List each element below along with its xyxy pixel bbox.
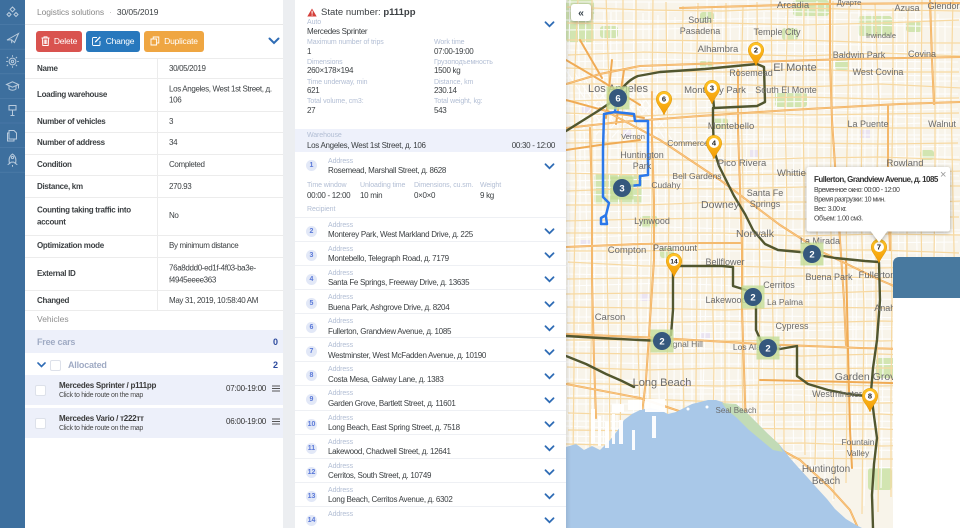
- svg-text:Rosemead: Rosemead: [729, 68, 773, 78]
- svg-text:Cudahy: Cudahy: [651, 180, 681, 190]
- svg-text:Huntington: Huntington: [802, 464, 850, 475]
- svg-text:Walnut: Walnut: [928, 119, 956, 129]
- svg-text:Lakewood: Lakewood: [705, 295, 746, 305]
- svg-text:3: 3: [619, 183, 624, 194]
- svg-text:6: 6: [662, 95, 666, 104]
- svg-text:Valley: Valley: [847, 448, 870, 458]
- svg-text:Временное окно: 00:00 - 12:00: Временное окно: 00:00 - 12:00: [814, 187, 900, 194]
- svg-text:Compton: Compton: [608, 245, 647, 256]
- svg-text:Дуарте: Дуарте: [837, 0, 862, 7]
- svg-text:Fullerton, Grandview Avenue, д: Fullerton, Grandview Avenue, д. 1085: [814, 175, 939, 184]
- svg-text:Long Beach: Long Beach: [633, 377, 692, 389]
- svg-text:Park: Park: [633, 161, 652, 171]
- svg-text:2: 2: [754, 46, 758, 55]
- svg-text:Santa Fe: Santa Fe: [747, 188, 784, 198]
- svg-text:Fullerton: Fullerton: [859, 270, 896, 281]
- svg-text:Temple City: Temple City: [753, 27, 801, 37]
- svg-text:Arcadia: Arcadia: [777, 0, 810, 11]
- svg-text:14: 14: [670, 259, 678, 266]
- svg-text:Cerritos: Cerritos: [763, 280, 795, 290]
- svg-text:Bellflower: Bellflower: [705, 257, 744, 267]
- svg-text:Paramount: Paramount: [653, 243, 698, 253]
- svg-text:Norwalk: Norwalk: [736, 228, 775, 240]
- svg-text:Pico Rivera: Pico Rivera: [718, 158, 767, 169]
- svg-text:Время разгрузки: 10 мин.: Время разгрузки: 10 мин.: [814, 197, 886, 204]
- svg-text:Seal Beach: Seal Beach: [716, 406, 757, 415]
- svg-text:El Monte: El Monte: [773, 62, 816, 74]
- svg-text:6: 6: [615, 93, 620, 104]
- svg-text:Alhambra: Alhambra: [698, 44, 739, 55]
- svg-text:2: 2: [809, 249, 814, 260]
- svg-text:Huntington: Huntington: [620, 150, 664, 160]
- svg-text:Pasadena: Pasadena: [680, 26, 721, 36]
- svg-text:La Puente: La Puente: [847, 119, 888, 129]
- svg-text:South: South: [688, 15, 712, 25]
- svg-text:Cypress: Cypress: [775, 321, 809, 331]
- svg-text:Lynwood: Lynwood: [634, 216, 670, 226]
- svg-text:7: 7: [877, 243, 881, 252]
- svg-text:Westminster: Westminster: [812, 389, 862, 399]
- svg-text:Montebello: Montebello: [708, 121, 754, 132]
- svg-text:Baldwin Park: Baldwin Park: [833, 50, 886, 60]
- svg-text:Glendora: Glendora: [927, 1, 960, 11]
- svg-text:2: 2: [659, 336, 664, 347]
- svg-text:«: «: [578, 7, 584, 19]
- svg-text:Fountain: Fountain: [841, 437, 874, 447]
- svg-text:×: ×: [940, 169, 946, 181]
- svg-text:Irwindale: Irwindale: [866, 31, 896, 40]
- svg-text:8: 8: [868, 392, 872, 401]
- svg-text:2: 2: [750, 292, 755, 303]
- svg-text:South El Monte: South El Monte: [755, 85, 817, 95]
- svg-text:La Palma: La Palma: [767, 297, 803, 307]
- svg-text:Объем: 1.00 см3.: Объем: 1.00 см3.: [814, 215, 863, 223]
- svg-text:Beach: Beach: [812, 476, 840, 487]
- svg-text:Whittier: Whittier: [777, 168, 809, 179]
- svg-text:Springs: Springs: [750, 199, 781, 209]
- svg-text:Commerce: Commerce: [667, 138, 709, 148]
- svg-text:Carson: Carson: [595, 312, 626, 323]
- svg-text:Buena Park: Buena Park: [805, 272, 853, 282]
- svg-text:2: 2: [765, 343, 770, 354]
- svg-text:3: 3: [710, 84, 714, 93]
- svg-text:Downey: Downey: [701, 199, 740, 211]
- svg-text:Covina: Covina: [908, 49, 936, 59]
- svg-text:West Covina: West Covina: [853, 67, 904, 77]
- svg-text:Вес: 3.00 кг.: Вес: 3.00 кг.: [814, 206, 847, 213]
- svg-text:Vernon: Vernon: [621, 132, 645, 141]
- svg-text:Azusa: Azusa: [894, 3, 919, 13]
- svg-text:Garden Grove: Garden Grove: [835, 371, 902, 383]
